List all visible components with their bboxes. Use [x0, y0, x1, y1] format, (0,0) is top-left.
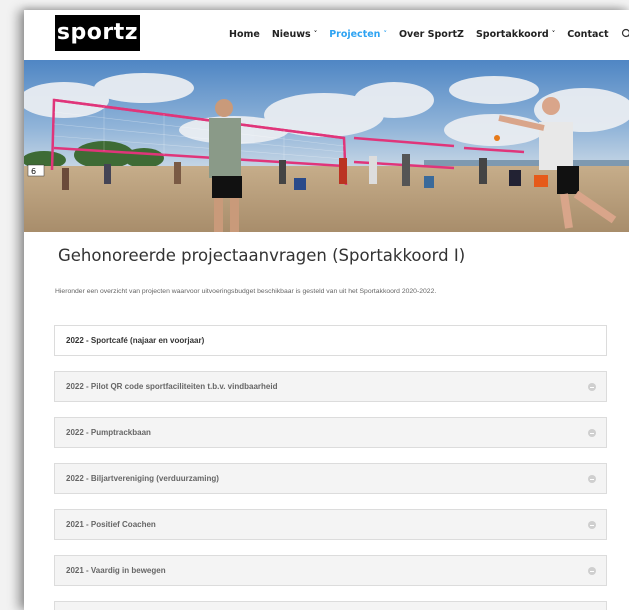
nav-item-home[interactable]: Home: [229, 29, 260, 40]
search-icon[interactable]: [621, 28, 629, 40]
nav-item-label: Over SportZ: [398, 28, 464, 40]
accordion-item[interactable]: 2022 - Sportcafé (najaar en voorjaar): [54, 325, 607, 356]
intro-text: Hieronder een overzicht van projecten wa…: [55, 288, 437, 295]
site-header: sportz Home Nieuws ˅ Projecten ˅ Over SportZ S…: [24, 10, 629, 60]
nav-item-over-sportz[interactable]: Over SportZ: [399, 29, 464, 40]
accordion-item-title: 2022 - Pumptrackbaan: [66, 428, 151, 437]
nav-item-contact[interactable]: Contact: [567, 29, 608, 40]
accordion-item[interactable]: [54, 601, 607, 610]
nav-item-label: Home: [229, 28, 260, 40]
page-title: Gehonoreerde projectaanvragen (Sportakko…: [58, 246, 466, 265]
expand-icon[interactable]: [588, 475, 596, 483]
accordion-item[interactable]: 2021 - Vaardig in bewegen: [54, 555, 607, 586]
site-logo[interactable]: sportz: [55, 15, 140, 51]
accordion-item[interactable]: 2022 - Pumptrackbaan: [54, 417, 607, 448]
accordion-item-title: 2022 - Pilot QR code sportfaciliteiten t…: [66, 382, 278, 391]
accordion-item-title: 2022 - Biljartvereniging (verduurzaming): [66, 474, 219, 483]
accordion-item-title: 2021 - Positief Coachen: [66, 520, 156, 529]
accordion-item-title: 2021 - Vaardig in bewegen: [66, 566, 166, 575]
hero-image: 6: [24, 60, 629, 232]
accordion-item[interactable]: 2022 - Pilot QR code sportfaciliteiten t…: [54, 371, 607, 402]
accordion-item[interactable]: 2022 - Biljartvereniging (verduurzaming): [54, 463, 607, 494]
nav-item-nieuws[interactable]: Nieuws ˅: [272, 29, 317, 40]
nav-item-projecten[interactable]: Projecten ˅: [329, 29, 387, 40]
chevron-down-icon: ˅: [383, 30, 387, 38]
main-nav: Home Nieuws ˅ Projecten ˅ Over SportZ Sportakk…: [229, 28, 629, 40]
beach-volleyball-photo: 6: [24, 60, 629, 232]
nav-item-label: Sportakkoord: [475, 28, 549, 40]
page: sportz Home Nieuws ˅ Projecten ˅ Over SportZ S…: [24, 10, 629, 610]
nav-item-label: Projecten: [329, 28, 381, 40]
nav-item-label: Contact: [567, 28, 609, 40]
svg-text:6: 6: [31, 167, 36, 176]
chevron-down-icon: ˅: [551, 30, 556, 38]
nav-item-label: Nieuws: [271, 28, 311, 40]
accordion-item[interactable]: 2021 - Positief Coachen: [54, 509, 607, 540]
expand-icon[interactable]: [588, 521, 596, 529]
expand-icon[interactable]: [588, 567, 596, 575]
chevron-down-icon: ˅: [313, 30, 318, 38]
expand-icon[interactable]: [588, 383, 596, 391]
nav-item-sportakkoord[interactable]: Sportakkoord ˅: [476, 29, 555, 40]
expand-icon[interactable]: [588, 429, 596, 437]
accordion-item-title: 2022 - Sportcafé (najaar en voorjaar): [66, 336, 205, 345]
